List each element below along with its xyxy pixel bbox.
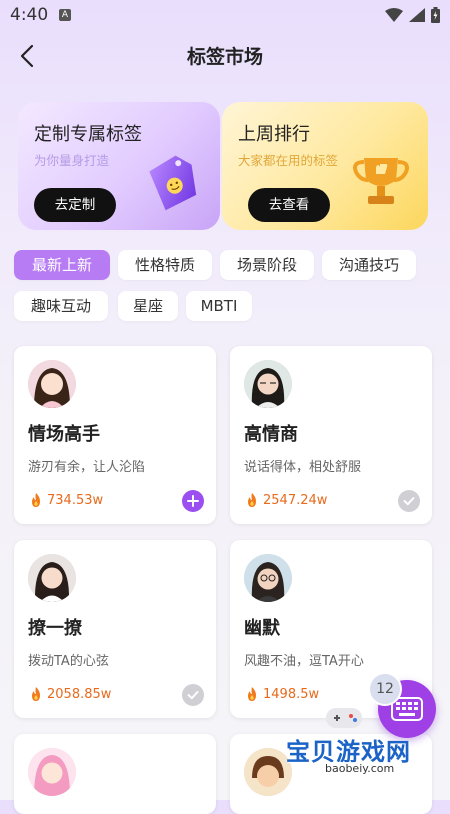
avatar bbox=[28, 360, 76, 408]
tab-personality[interactable]: 性格特质 bbox=[118, 250, 212, 280]
top-nav: 标签市场 bbox=[0, 36, 450, 76]
fire-icon bbox=[32, 493, 40, 507]
tab-communication[interactable]: 沟通技巧 bbox=[322, 250, 416, 280]
tab-latest[interactable]: 最新上新 bbox=[14, 250, 110, 280]
popularity-count: 1498.5w bbox=[263, 686, 320, 702]
add-tag-button[interactable] bbox=[182, 490, 204, 512]
check-icon bbox=[187, 691, 199, 700]
avatar bbox=[28, 554, 76, 602]
fire-icon bbox=[32, 687, 40, 701]
check-icon bbox=[403, 497, 415, 506]
added-tag-button[interactable] bbox=[398, 490, 420, 512]
tag-icon bbox=[149, 155, 197, 211]
tab-scenario[interactable]: 场景阶段 bbox=[220, 250, 314, 280]
tag-name: 幽默 bbox=[244, 618, 280, 639]
notification-icon: A bbox=[59, 9, 71, 21]
popularity-count: 2547.24w bbox=[263, 492, 328, 508]
avatar bbox=[244, 360, 292, 408]
wifi-icon bbox=[385, 8, 403, 22]
watermark: 宝贝游戏网 baobeiy.com bbox=[280, 708, 450, 800]
fire-icon bbox=[248, 687, 256, 701]
added-tag-button[interactable] bbox=[182, 684, 204, 706]
tag-card[interactable]: 高情商 说话得体，相处舒服 2547.24w bbox=[230, 346, 432, 524]
promo-subtitle: 为你量身打造 bbox=[34, 153, 110, 168]
customize-button[interactable]: 去定制 bbox=[34, 188, 116, 222]
tag-name: 高情商 bbox=[244, 424, 298, 445]
tab-fun[interactable]: 趣味互动 bbox=[14, 291, 108, 321]
trophy-icon bbox=[353, 158, 409, 204]
popularity: 1498.5w bbox=[244, 686, 319, 702]
promo-title: 定制专属标签 bbox=[34, 124, 142, 145]
popularity-count: 2058.85w bbox=[47, 686, 112, 702]
popularity: 2547.24w bbox=[244, 492, 327, 508]
tag-card[interactable]: 情场高手 游刃有余，让人沦陷 734.53w bbox=[14, 346, 216, 524]
avatar bbox=[28, 748, 76, 796]
view-ranking-button[interactable]: 去查看 bbox=[248, 188, 330, 222]
avatar bbox=[244, 554, 292, 602]
tag-name: 撩一撩 bbox=[28, 618, 82, 639]
promo-title: 上周排行 bbox=[238, 124, 310, 145]
popularity: 734.53w bbox=[28, 492, 103, 508]
battery-icon bbox=[431, 7, 440, 23]
gamepad-icon bbox=[326, 708, 362, 728]
signal-icon bbox=[409, 8, 425, 22]
page-title: 标签市场 bbox=[186, 46, 263, 68]
status-icons bbox=[385, 7, 440, 23]
status-bar: 4:40 A bbox=[0, 0, 450, 32]
count-badge: 12 bbox=[368, 672, 402, 706]
tag-description: 拨动TA的心弦 bbox=[28, 654, 109, 669]
tag-name: 情场高手 bbox=[28, 424, 100, 445]
tag-description: 说话得体，相处舒服 bbox=[244, 460, 362, 475]
popularity: 2058.85w bbox=[28, 686, 111, 702]
promo-subtitle: 大家都在用的标签 bbox=[238, 153, 339, 168]
custom-tag-card[interactable]: 定制专属标签 为你量身打造 去定制 bbox=[18, 102, 220, 230]
fire-icon bbox=[248, 493, 256, 507]
status-time: 4:40 bbox=[10, 5, 49, 25]
tag-card[interactable]: 撩一撩 拨动TA的心弦 2058.85w bbox=[14, 540, 216, 718]
tag-description: 风趣不油，逗TA开心 bbox=[244, 654, 364, 669]
tab-mbti[interactable]: MBTI bbox=[186, 291, 252, 321]
watermark-url: baobeiy.com bbox=[322, 762, 398, 775]
weekly-rank-card[interactable]: 上周排行 大家都在用的标签 去查看 bbox=[222, 102, 428, 230]
tab-zodiac[interactable]: 星座 bbox=[118, 291, 178, 321]
tag-description: 游刃有余，让人沦陷 bbox=[28, 460, 146, 475]
popularity-count: 734.53w bbox=[47, 492, 104, 508]
tag-card[interactable] bbox=[14, 734, 216, 814]
plus-icon bbox=[187, 495, 199, 507]
